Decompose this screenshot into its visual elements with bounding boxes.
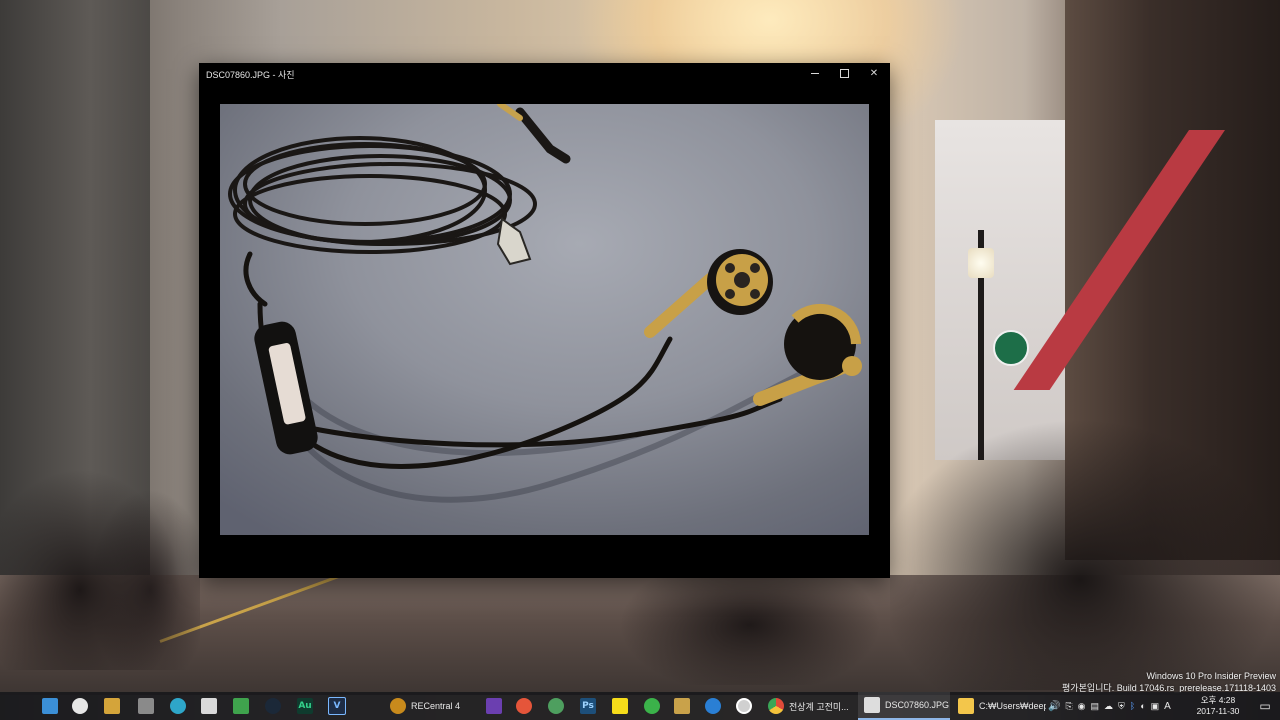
taskbar-app-purple[interactable] [482, 692, 506, 720]
chrome-icon [768, 698, 784, 714]
taskbar-photoshop[interactable]: Ps [576, 692, 600, 720]
photos-window-label: DSC07860.JPG ... [885, 700, 950, 710]
clock-time: 오후 4:28 [1200, 695, 1236, 705]
windows-watermark: Windows 10 Pro Insider Preview 평가본입니다. B… [1062, 670, 1276, 694]
pinned-browser[interactable] [166, 692, 190, 720]
browser-icon [170, 698, 186, 714]
steam-icon [265, 698, 281, 714]
wallpaper-crowd-right [890, 420, 1280, 690]
purple-app-icon [486, 698, 502, 714]
wallpaper-white-building [935, 120, 1070, 460]
green-app-icon [644, 698, 660, 714]
taskbar-edge[interactable] [701, 692, 725, 720]
taskbar-app-disc[interactable] [732, 692, 756, 720]
notifications-icon: ▭ [1259, 699, 1271, 713]
kakaotalk-icon [612, 698, 628, 714]
wallpaper-starbucks-sign [993, 330, 1029, 366]
vegas-icon: V [328, 697, 346, 715]
taskbar-recentral[interactable]: RECentral 4 [384, 692, 476, 720]
tool-icon [138, 698, 154, 714]
red-app-icon [516, 698, 532, 714]
wallpaper-crowd-left [0, 470, 200, 670]
taskbar-chrome[interactable]: 전상계 고전미... [762, 692, 856, 720]
taskbar-app-green[interactable] [640, 692, 664, 720]
ime-indicator[interactable]: A [1164, 701, 1171, 712]
recentral-label: RECentral 4 [411, 701, 461, 711]
taskbar-kakaotalk[interactable] [608, 692, 632, 720]
tray-app-icon[interactable]: ◐ [1140, 701, 1145, 711]
pinned-vegas[interactable]: V [325, 692, 349, 720]
pinned-tool[interactable] [134, 692, 158, 720]
wallpaper-lamp-head [968, 248, 994, 278]
task-view-icon [42, 698, 58, 714]
minimize-icon [811, 72, 819, 74]
photos-app-icon [104, 698, 120, 714]
taskbar-app-gold[interactable] [670, 692, 694, 720]
taskbar-photos-window[interactable]: DSC07860.JPG ... [858, 692, 950, 720]
photo-earphones [220, 104, 869, 535]
clock-date: 2017-11-30 [1196, 706, 1240, 716]
task-view-button[interactable] [38, 692, 62, 720]
cloud-icon[interactable]: ☁ [1104, 701, 1113, 712]
usb-icon[interactable]: ⎘ [1065, 701, 1072, 712]
camera-icon[interactable]: ◉ [1078, 701, 1086, 712]
recentral-icon [390, 698, 406, 714]
clock[interactable]: 오후 4:28 2017-11-30 [1190, 695, 1246, 717]
start-button[interactable] [8, 692, 32, 720]
notifications-button[interactable]: ▭ [1250, 692, 1280, 720]
taskbar: Au V RECentral 4 Ps 전상계 고전미... DSC07860.… [0, 692, 1280, 720]
bluetooth-icon[interactable]: ᛒ [1130, 701, 1135, 711]
window-title: DSC07860.JPG - 사진 [206, 70, 295, 80]
green-ball-icon [548, 698, 564, 714]
edge-icon [705, 698, 721, 714]
explorer-label: C:₩Users₩deepl... [979, 701, 1046, 711]
start-icon [13, 699, 27, 713]
gold-app-icon [674, 698, 690, 714]
close-icon: ✕ [869, 67, 879, 79]
photoshop-icon: Ps [580, 698, 596, 714]
taskbar-explorer[interactable]: C:₩Users₩deepl... [952, 692, 1046, 720]
close-button[interactable]: ✕ [859, 63, 889, 83]
pinned-photos[interactable] [100, 692, 124, 720]
audition-icon: Au [297, 698, 313, 714]
window-titlebar[interactable]: DSC07860.JPG - 사진 ✕ [199, 63, 890, 83]
pinned-image-viewer[interactable] [229, 692, 253, 720]
system-tray: 🔊 ⎘ ◉ ▤ ☁ ⛨ ᛒ ◐ ▣ A [1048, 692, 1171, 720]
app-circle-icon [72, 698, 88, 714]
chrome-label: 전상계 고전미... [789, 701, 849, 712]
photos-window-icon [864, 697, 880, 713]
wallpaper-crowd-middle [620, 575, 890, 685]
pinned-app-1[interactable] [68, 692, 92, 720]
folder-icon [958, 698, 974, 714]
earphones-illustration [228, 104, 862, 503]
disc-icon [736, 698, 752, 714]
shield-icon[interactable]: ⛨ [1118, 701, 1125, 712]
volume-icon[interactable]: 🔊 [1048, 701, 1060, 712]
photos-window[interactable]: DSC07860.JPG - 사진 ✕ [199, 63, 890, 578]
maximize-button[interactable] [829, 63, 859, 83]
taskbar-app-green-ball[interactable] [544, 692, 568, 720]
calculator-icon [201, 698, 217, 714]
pinned-audition[interactable]: Au [293, 692, 317, 720]
minimize-button[interactable] [800, 63, 830, 83]
maximize-icon [839, 68, 849, 78]
network-icon[interactable]: ▤ [1091, 701, 1100, 712]
taskbar-app-red[interactable] [512, 692, 536, 720]
pinned-calculator[interactable] [197, 692, 221, 720]
pinned-steam[interactable] [261, 692, 285, 720]
image-viewer-icon [233, 698, 249, 714]
tray-app2-icon[interactable]: ▣ [1151, 701, 1160, 712]
watermark-line1: Windows 10 Pro Insider Preview [1146, 671, 1276, 681]
